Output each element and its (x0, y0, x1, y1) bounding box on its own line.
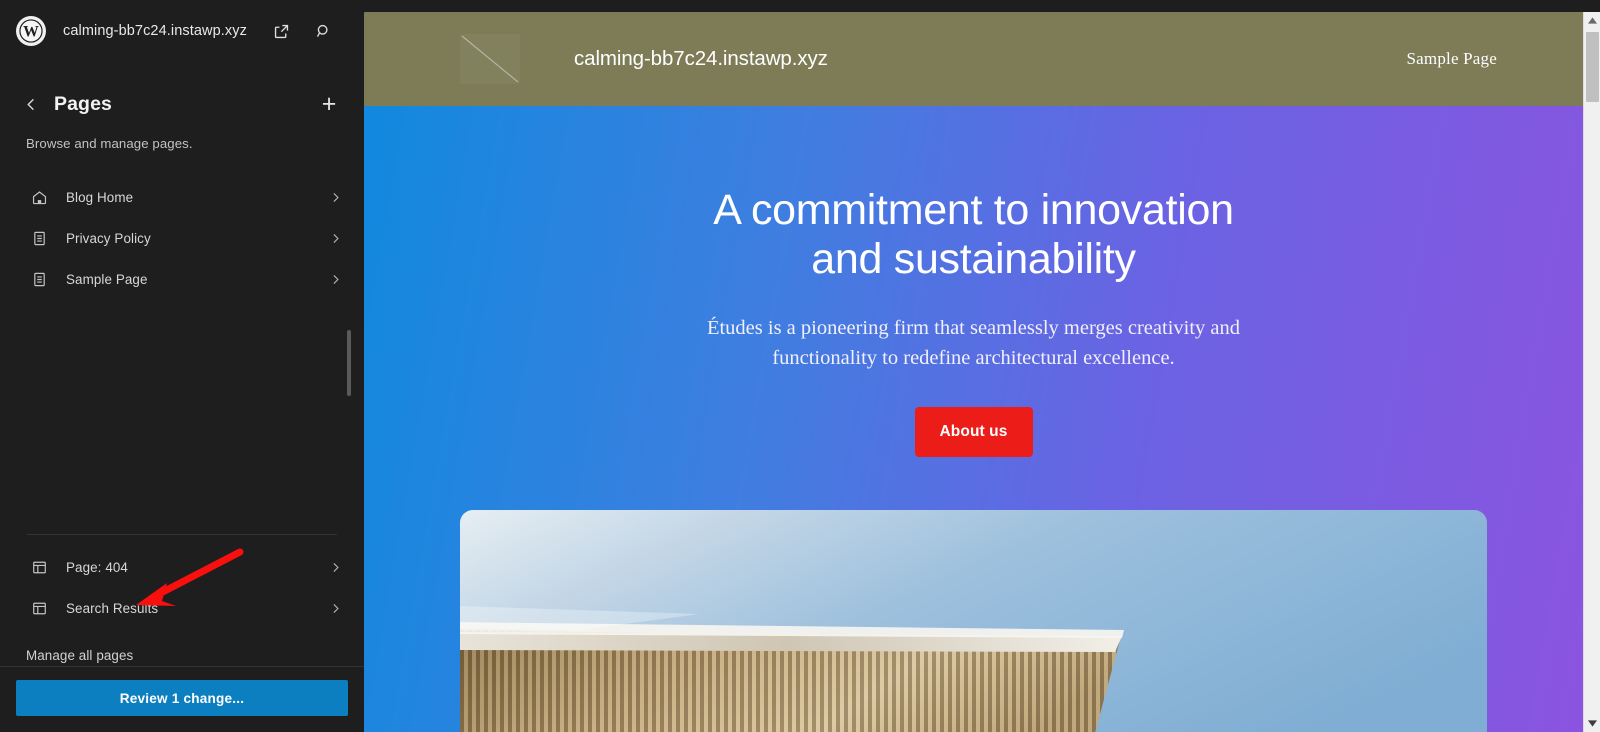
sidebar-item-search-results[interactable]: Search Results (0, 588, 364, 629)
chevron-right-icon (329, 561, 342, 574)
hero-subtitle: Études is a pioneering firm that seamles… (706, 317, 1241, 370)
svg-text:W: W (23, 24, 39, 41)
sidebar-item-label: Search Results (66, 601, 159, 616)
sidebar-item-sample-page[interactable]: Sample Page (0, 259, 364, 300)
preview-site-brand[interactable]: calming-bb7c24.instawp.xyz (574, 47, 828, 71)
preview-site-header: calming-bb7c24.instawp.xyz Sample Page (364, 12, 1583, 106)
hero-building-image (460, 510, 1487, 732)
sidebar-item-label: Blog Home (66, 190, 134, 205)
sidebar-item-label: Privacy Policy (66, 231, 151, 246)
topbar-actions (268, 18, 350, 44)
sidebar-item-blog-home[interactable]: Blog Home (0, 177, 364, 218)
pages-list: Blog Home Privacy Policy Sample Page (0, 177, 364, 300)
home-icon (28, 187, 50, 209)
templates-list: Page: 404 Search Results Manage all page… (0, 547, 364, 666)
about-us-button[interactable]: About us (914, 406, 1033, 457)
review-changes-button[interactable]: Review 1 change... (16, 680, 348, 716)
site-title-label: calming-bb7c24.instawp.xyz (63, 23, 247, 39)
chevron-left-icon[interactable] (16, 89, 46, 119)
broken-image-icon (460, 34, 520, 84)
panel-header: Pages + (0, 81, 364, 127)
hero-heading-line2: and sustainability (811, 235, 1136, 284)
sidebar-item-label: Sample Page (66, 272, 148, 287)
preview-vertical-scrollbar[interactable] (1583, 12, 1600, 732)
external-link-icon[interactable] (268, 18, 294, 44)
template-icon (28, 557, 50, 579)
sidebar-item-page-404[interactable]: Page: 404 (0, 547, 364, 588)
chevron-right-icon (329, 232, 342, 245)
chevron-right-icon (329, 273, 342, 286)
sidebar-item-privacy-policy[interactable]: Privacy Policy (0, 218, 364, 259)
sidebar-footer: Review 1 change... (0, 666, 364, 732)
chevron-right-icon (329, 602, 342, 615)
template-icon (28, 598, 50, 620)
document-icon (28, 228, 50, 250)
chevron-right-icon (329, 191, 342, 204)
hero-heading-line1: A commitment to innovation (713, 186, 1234, 234)
site-editor-window: W calming-bb7c24.instawp.xyz Pages + Bro… (0, 0, 1600, 732)
plus-icon[interactable]: + (314, 89, 344, 119)
scroll-up-arrow-icon[interactable] (1584, 12, 1600, 29)
site-preview-canvas[interactable]: calming-bb7c24.instawp.xyz Sample Page A… (364, 12, 1583, 732)
page-title: Pages (54, 92, 112, 115)
hero-heading: A commitment to innovation and sustainab… (664, 186, 1284, 284)
hero-section: A commitment to innovation and sustainab… (364, 106, 1583, 732)
sidebar-divider (27, 534, 337, 535)
scroll-down-arrow-icon[interactable] (1584, 715, 1600, 732)
search-icon[interactable] (310, 18, 336, 44)
wordpress-logo-icon[interactable]: W (16, 16, 46, 46)
sidebar-item-label: Page: 404 (66, 560, 128, 575)
manage-all-pages-link[interactable]: Manage all pages (0, 644, 159, 666)
document-icon (28, 269, 50, 291)
preview-nav-sample-page[interactable]: Sample Page (1407, 49, 1498, 69)
editor-sidebar: W calming-bb7c24.instawp.xyz Pages + Bro… (0, 0, 364, 732)
preview-scrollbar-thumb[interactable] (1586, 32, 1599, 102)
sidebar-scrollbar-thumb[interactable] (347, 330, 351, 396)
preview-area: calming-bb7c24.instawp.xyz Sample Page A… (364, 0, 1600, 732)
sidebar-topbar: W calming-bb7c24.instawp.xyz (0, 0, 364, 62)
panel-description: Browse and manage pages. (26, 136, 193, 151)
